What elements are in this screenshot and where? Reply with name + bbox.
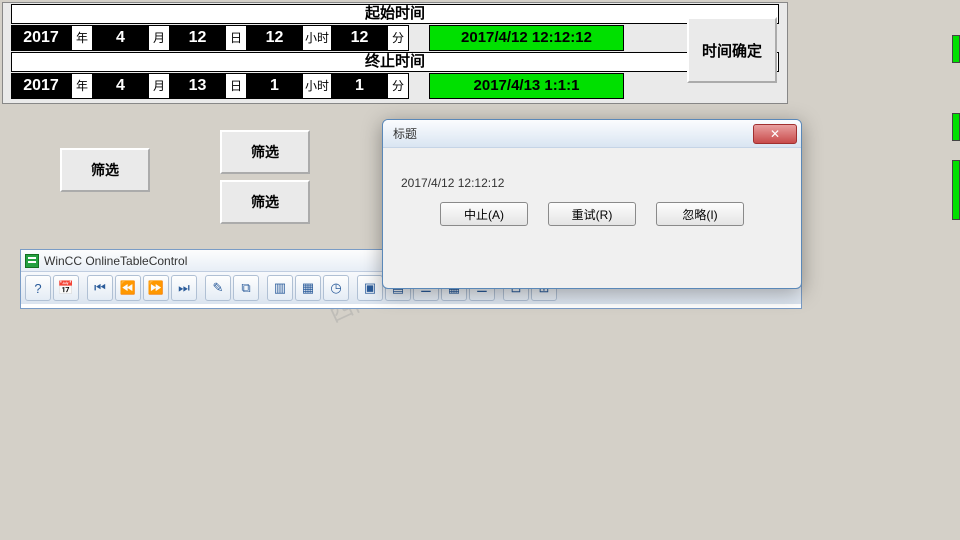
last-icon[interactable]: ⏭ [171, 275, 197, 301]
close-icon[interactable]: ✕ [753, 124, 797, 144]
message-dialog: 标题 ✕ 2017/4/12 12:12:12 中止(A) 重试(R) 忽略(I… [382, 119, 802, 289]
first-icon[interactable]: ⏮ [87, 275, 113, 301]
day-unit: 日 [225, 73, 247, 99]
abort-button[interactable]: 中止(A) [440, 202, 528, 226]
start-year-input[interactable]: 2017 [11, 25, 71, 51]
wincc-title-text: WinCC OnlineTableControl [44, 254, 187, 268]
minute-unit: 分 [387, 25, 409, 51]
tool-icon[interactable]: ▣ [357, 275, 383, 301]
table-icon [25, 254, 39, 268]
filter-button-2[interactable]: 筛选 [220, 130, 310, 174]
end-time-row: 2017 年 4 月 13 日 1 小时 1 分 2017/4/13 1:1:1 [11, 73, 779, 99]
side-indicator [952, 113, 960, 141]
side-indicator [952, 160, 960, 220]
start-minute-input[interactable]: 12 [332, 25, 387, 51]
filter-button-3[interactable]: 筛选 [220, 180, 310, 224]
end-month-input[interactable]: 4 [93, 73, 148, 99]
edit-icon[interactable]: ✎ [205, 275, 231, 301]
timer-icon[interactable]: ◷ [323, 275, 349, 301]
start-month-input[interactable]: 4 [93, 25, 148, 51]
year-unit: 年 [71, 73, 93, 99]
rewind-icon[interactable]: ⏪ [115, 275, 141, 301]
dialog-title-text: 标题 [393, 125, 417, 142]
dialog-titlebar[interactable]: 标题 ✕ [383, 120, 801, 148]
retry-button[interactable]: 重试(R) [548, 202, 636, 226]
start-hour-input[interactable]: 12 [247, 25, 302, 51]
hour-unit: 小时 [302, 25, 332, 51]
side-indicator [952, 35, 960, 63]
filter-button-1[interactable]: 筛选 [60, 148, 150, 192]
end-day-input[interactable]: 13 [170, 73, 225, 99]
month-unit: 月 [148, 25, 170, 51]
columns-icon[interactable]: ▥ [267, 275, 293, 301]
start-time-header: 起始时间 [11, 4, 779, 24]
time-confirm-button[interactable]: 时间确定 [687, 17, 777, 83]
month-unit: 月 [148, 73, 170, 99]
copy-icon[interactable]: ⧉ [233, 275, 259, 301]
start-time-row: 2017 年 4 月 12 日 12 小时 12 分 2017/4/12 12:… [11, 25, 779, 51]
help-icon[interactable]: ? [25, 275, 51, 301]
hour-unit: 小时 [302, 73, 332, 99]
calendar-icon[interactable]: 📅 [53, 275, 79, 301]
year-unit: 年 [71, 25, 93, 51]
add-column-icon[interactable]: ▦ [295, 275, 321, 301]
time-panel: 起始时间 2017 年 4 月 12 日 12 小时 12 分 2017/4/1… [2, 2, 788, 104]
start-day-input[interactable]: 12 [170, 25, 225, 51]
forward-icon[interactable]: ⏩ [143, 275, 169, 301]
end-minute-input[interactable]: 1 [332, 73, 387, 99]
end-time-header: 终止时间 [11, 52, 779, 72]
ignore-button[interactable]: 忽略(I) [656, 202, 744, 226]
dialog-button-row: 中止(A) 重试(R) 忽略(I) [401, 190, 783, 226]
dialog-body: 2017/4/12 12:12:12 中止(A) 重试(R) 忽略(I) [383, 148, 801, 236]
minute-unit: 分 [387, 73, 409, 99]
end-hour-input[interactable]: 1 [247, 73, 302, 99]
dialog-message: 2017/4/12 12:12:12 [401, 176, 783, 190]
start-time-display: 2017/4/12 12:12:12 [429, 25, 624, 51]
day-unit: 日 [225, 25, 247, 51]
end-year-input[interactable]: 2017 [11, 73, 71, 99]
end-time-display: 2017/4/13 1:1:1 [429, 73, 624, 99]
